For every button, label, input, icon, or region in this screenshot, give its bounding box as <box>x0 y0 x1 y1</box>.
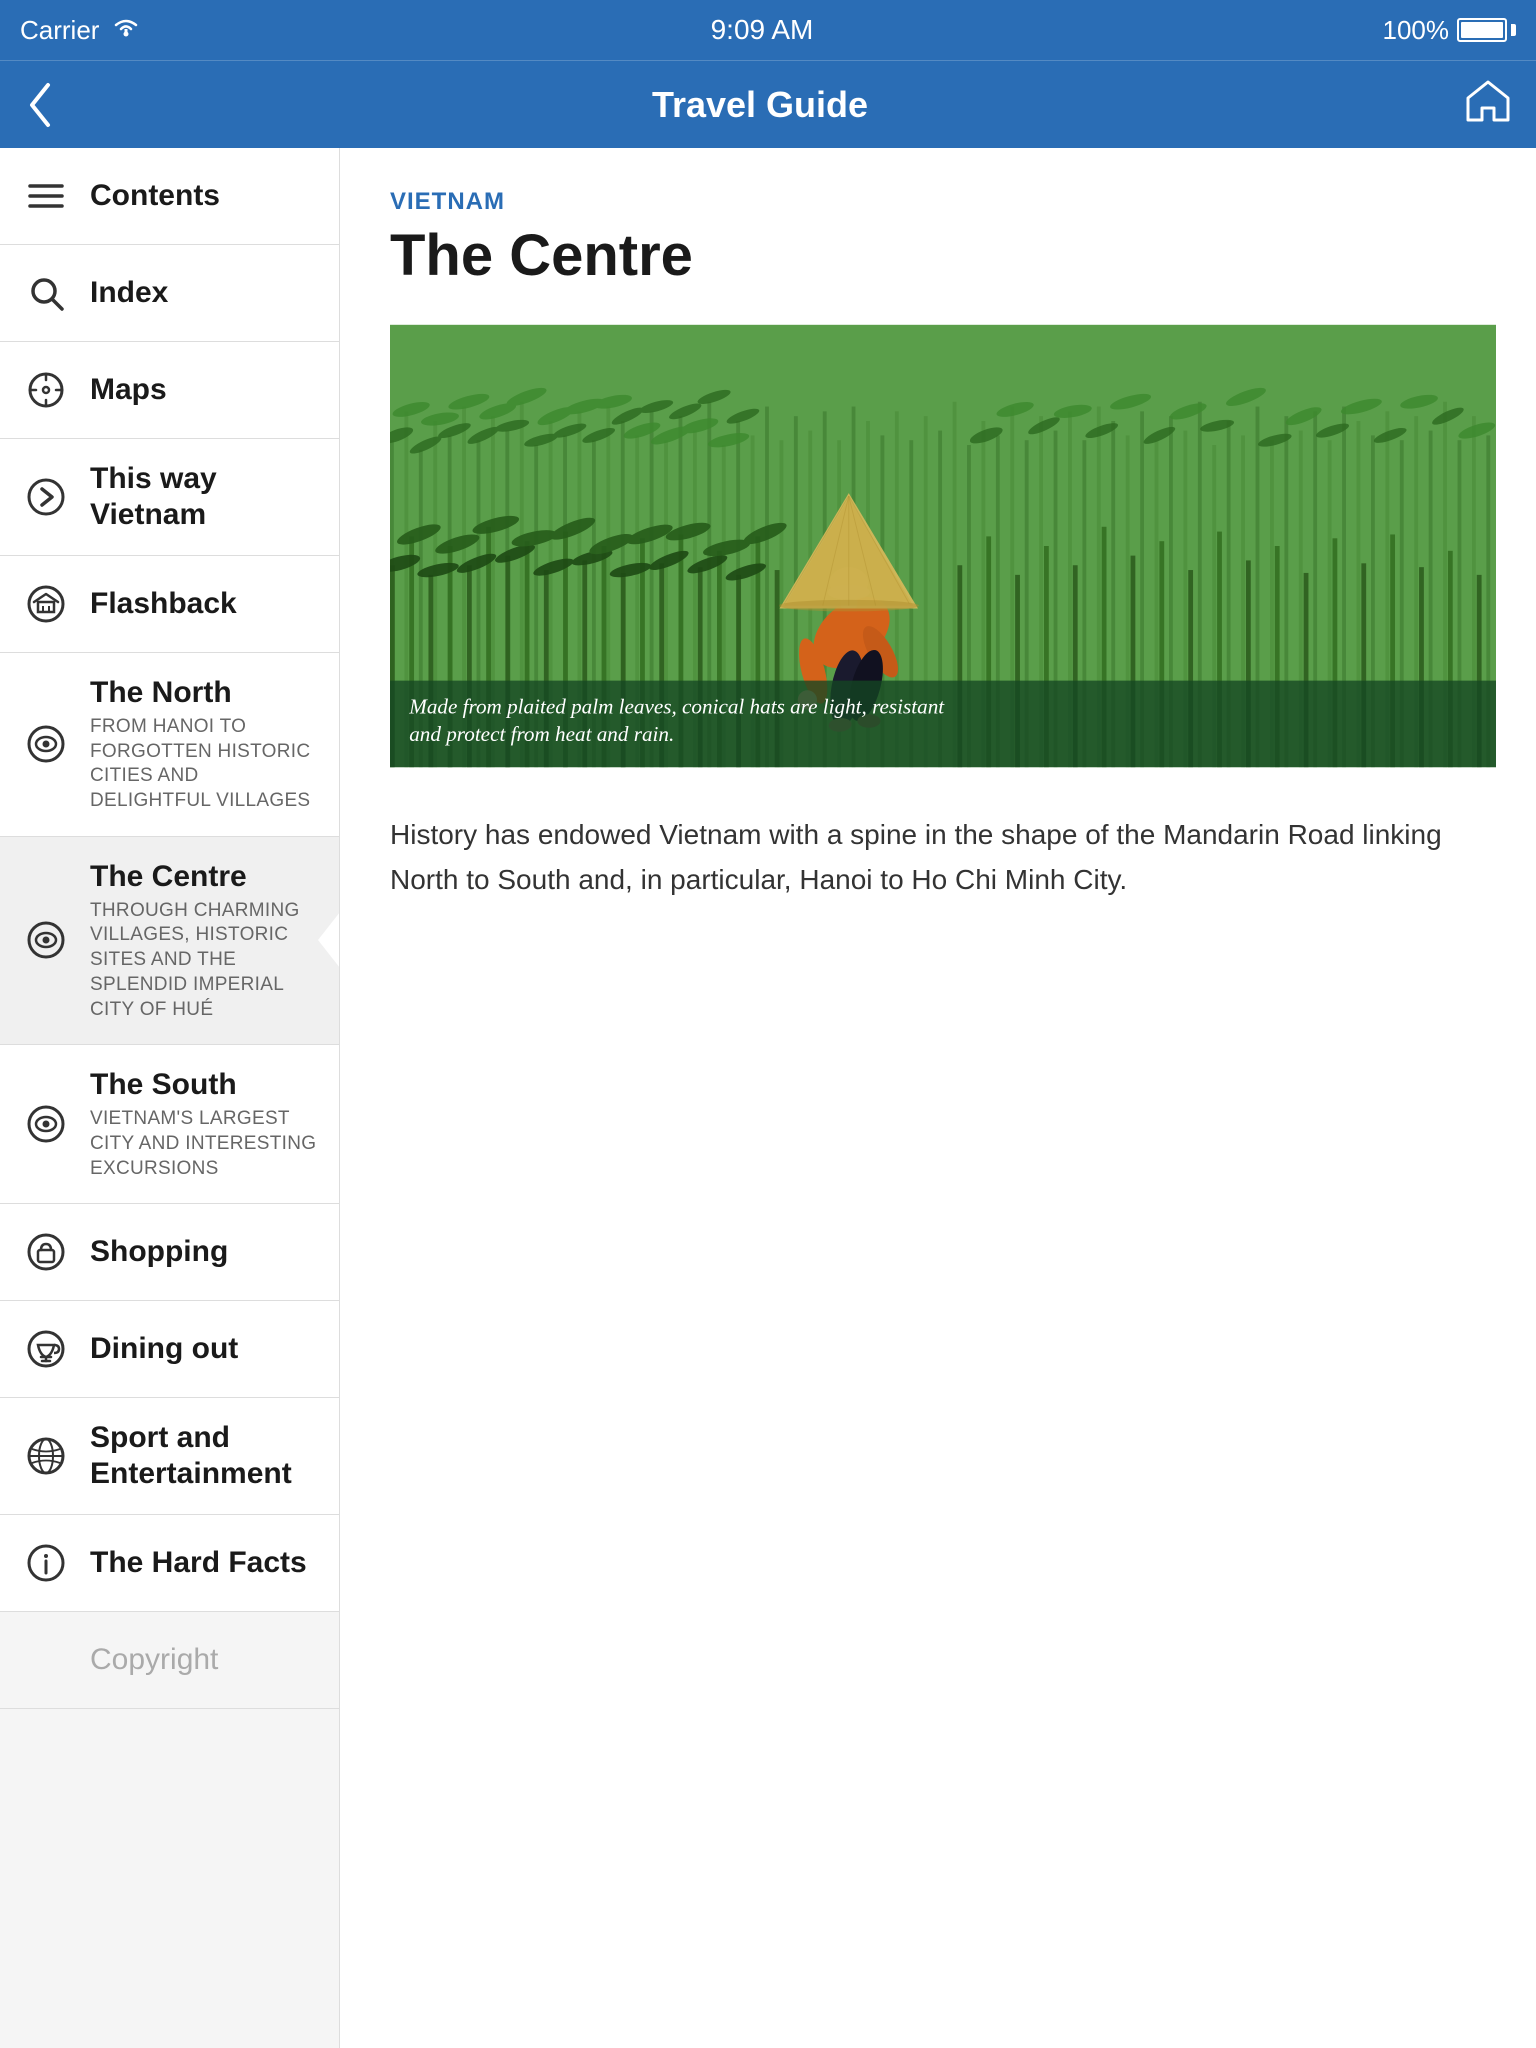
sidebar-sport-text: Sport and Entertainment <box>90 1420 319 1492</box>
copyright-spacer <box>20 1634 72 1686</box>
sidebar-copyright-text: Copyright <box>90 1642 319 1678</box>
sidebar-shopping-label: Shopping <box>90 1234 319 1270</box>
home-button[interactable] <box>1464 76 1512 133</box>
detail-section-label: VIETNAM <box>390 188 1496 216</box>
svg-text:and protect from heat and rain: and protect from heat and rain. <box>409 722 674 746</box>
sidebar-flashback-label: Flashback <box>90 586 319 622</box>
sidebar-item-copyright[interactable]: Copyright <box>0 1612 339 1709</box>
detail-panel: VIETNAM The Centre <box>340 148 1536 2048</box>
arrow-right-icon <box>20 471 72 523</box>
sidebar-the-north-sublabel: FROM HANOI TO FORGOTTEN HISTORIC CITIES … <box>90 715 319 814</box>
sidebar-item-shopping[interactable]: Shopping <box>0 1204 339 1301</box>
sidebar-item-sport-entertainment[interactable]: Sport and Entertainment <box>0 1398 339 1515</box>
sidebar-the-south-text: The South VIETNAM'S LARGEST CITY AND INT… <box>90 1067 319 1181</box>
sidebar-the-south-sublabel: VIETNAM'S LARGEST CITY AND INTERESTING E… <box>90 1107 319 1181</box>
globe-icon <box>20 1430 72 1482</box>
sidebar-item-index[interactable]: Index <box>0 245 339 342</box>
sidebar-the-centre-sublabel: THROUGH CHARMING VILLAGES, HISTORIC SITE… <box>90 899 319 1022</box>
sidebar: Contents Index <box>0 148 340 2048</box>
sidebar-contents-text: Contents <box>90 178 319 214</box>
back-button[interactable] <box>24 81 56 129</box>
sidebar-index-text: Index <box>90 275 319 311</box>
svg-text:Made from plaited palm leaves,: Made from plaited palm leaves, conical h… <box>408 694 945 718</box>
detail-image-container: Made from plaited palm leaves, conical h… <box>390 316 1496 781</box>
detail-title: The Centre <box>390 224 1496 288</box>
sidebar-item-the-north[interactable]: The North FROM HANOI TO FORGOTTEN HISTOR… <box>0 653 339 837</box>
sidebar-hard-facts-text: The Hard Facts <box>90 1545 319 1581</box>
battery-percent: 100% <box>1383 15 1450 46</box>
sidebar-this-way-vietnam-label: This way Vietnam <box>90 461 319 533</box>
sidebar-hard-facts-label: The Hard Facts <box>90 1545 319 1581</box>
sidebar-dining-text: Dining out <box>90 1331 319 1367</box>
eye-centre-icon <box>20 914 72 966</box>
wifi-icon <box>111 15 141 46</box>
status-battery-area: 100% <box>1383 15 1517 46</box>
sidebar-copyright-label: Copyright <box>90 1642 319 1678</box>
list-icon <box>20 170 72 222</box>
sidebar-item-this-way-vietnam[interactable]: This way Vietnam <box>0 439 339 556</box>
battery-icon <box>1457 18 1516 42</box>
compass-icon <box>20 364 72 416</box>
nav-bar: Travel Guide <box>0 60 1536 148</box>
sidebar-item-maps[interactable]: Maps <box>0 342 339 439</box>
info-icon <box>20 1537 72 1589</box>
sidebar-the-north-label: The North <box>90 675 319 711</box>
status-time: 9:09 AM <box>711 14 814 46</box>
building-icon <box>20 578 72 630</box>
sidebar-the-centre-text: The Centre THROUGH CHARMING VILLAGES, HI… <box>90 859 319 1022</box>
sidebar-item-flashback[interactable]: Flashback <box>0 556 339 653</box>
eye-south-icon <box>20 1098 72 1150</box>
sidebar-maps-label: Maps <box>90 372 319 408</box>
sidebar-item-the-centre[interactable]: The Centre THROUGH CHARMING VILLAGES, HI… <box>0 837 339 1045</box>
bag-icon <box>20 1226 72 1278</box>
sidebar-item-contents[interactable]: Contents <box>0 148 339 245</box>
sidebar-the-centre-label: The Centre <box>90 859 319 895</box>
status-bar: Carrier 9:09 AM 100% <box>0 0 1536 60</box>
sidebar-item-hard-facts[interactable]: The Hard Facts <box>0 1515 339 1612</box>
sidebar-item-dining-out[interactable]: Dining out <box>0 1301 339 1398</box>
sidebar-dining-label: Dining out <box>90 1331 319 1367</box>
sidebar-contents-label: Contents <box>90 178 319 214</box>
carrier-text: Carrier <box>20 15 99 46</box>
search-icon <box>20 267 72 319</box>
status-carrier: Carrier <box>20 15 141 46</box>
sidebar-the-south-label: The South <box>90 1067 319 1103</box>
main-content: Contents Index <box>0 148 1536 2048</box>
nav-title: Travel Guide <box>652 84 868 126</box>
detail-body: History has endowed Vietnam with a spine… <box>390 813 1496 903</box>
sidebar-sport-label: Sport and Entertainment <box>90 1420 319 1492</box>
sidebar-shopping-text: Shopping <box>90 1234 319 1270</box>
sidebar-flashback-text: Flashback <box>90 586 319 622</box>
active-chevron <box>318 912 340 968</box>
sidebar-item-the-south[interactable]: The South VIETNAM'S LARGEST CITY AND INT… <box>0 1045 339 1204</box>
sidebar-index-label: Index <box>90 275 319 311</box>
cup-icon <box>20 1323 72 1375</box>
eye-north-icon <box>20 718 72 770</box>
sidebar-maps-text: Maps <box>90 372 319 408</box>
sidebar-the-north-text: The North FROM HANOI TO FORGOTTEN HISTOR… <box>90 675 319 814</box>
detail-image: Made from plaited palm leaves, conical h… <box>390 316 1496 776</box>
sidebar-this-way-vietnam-text: This way Vietnam <box>90 461 319 533</box>
